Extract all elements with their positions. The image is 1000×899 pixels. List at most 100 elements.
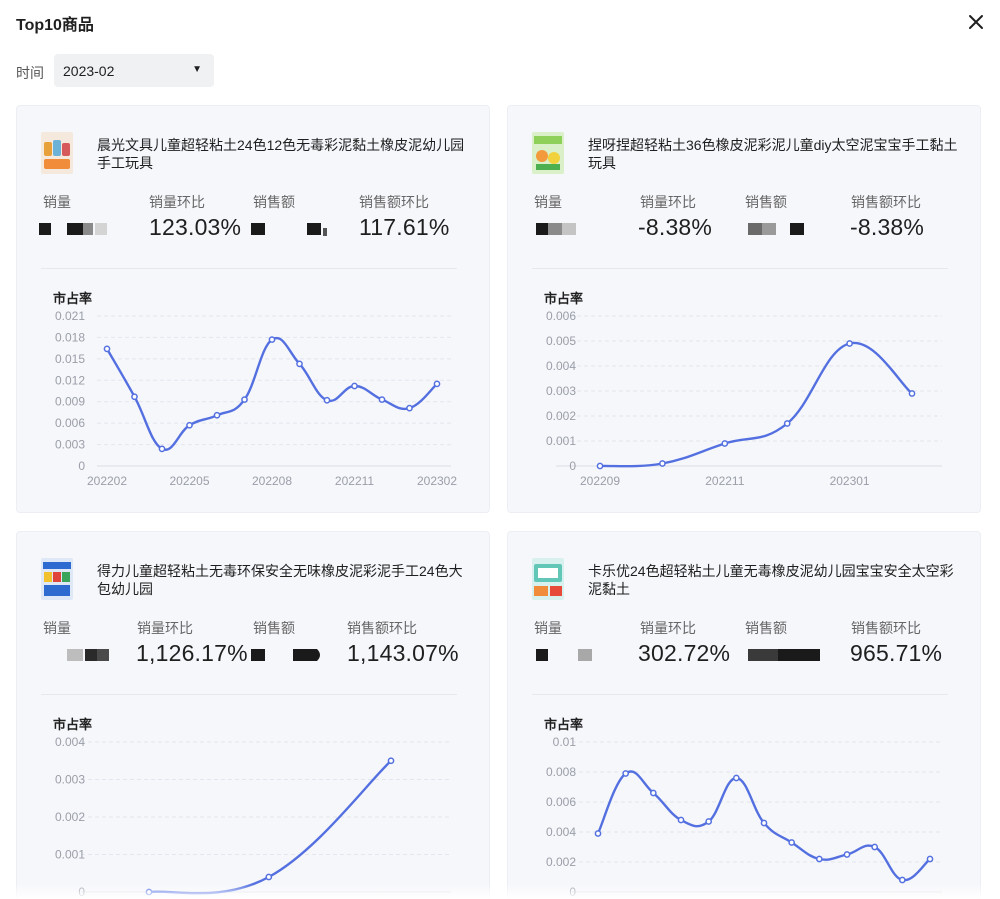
data-point[interactable] (760, 819, 768, 827)
redacted-value (251, 649, 320, 661)
product-thumbnail (41, 132, 73, 174)
market-share-chart: 0 0.003 0.006 0.009 0.012 0.015 0.018 0.021 2022… (55, 309, 457, 488)
revenue-mom-value: 117.61% (359, 214, 450, 240)
product-thumbnail (41, 558, 73, 600)
sales-mom-value: -8.38% (638, 214, 713, 240)
x-tick-label: 202209 (580, 474, 620, 488)
metric-label-revenue-mom: 销售额环比 (347, 620, 417, 636)
metric-label-revenue: 销售额 (253, 194, 295, 210)
metric-label-revenue-mom: 销售额环比 (359, 194, 429, 210)
y-tick-label: 0.003 (55, 438, 85, 452)
y-tick-label: 0.008 (546, 765, 576, 779)
data-point[interactable] (387, 757, 395, 765)
data-point[interactable] (296, 360, 303, 368)
data-point[interactable] (406, 404, 413, 412)
caret-down-icon: ▼ (192, 64, 202, 75)
y-tick-label: 0.002 (546, 855, 576, 869)
product-name: 卡乐优24色超轻粘土儿童无毒橡皮泥幼儿园宝宝安全太空彩泥黏土 (588, 563, 954, 597)
x-tick-label: 202301 (830, 474, 870, 488)
bottom-fade (0, 884, 1000, 899)
data-point[interactable] (268, 336, 276, 343)
close-icon[interactable] (964, 10, 988, 34)
y-tick-label: 0.015 (55, 352, 85, 366)
product-card: 捏呀捏超轻粘土36色橡皮泥彩泥儿童diy太空泥宝宝手工黏土玩具 销量 销量环比 … (507, 105, 981, 513)
data-point[interactable] (788, 839, 796, 846)
x-tick-label: 202211 (335, 474, 374, 488)
x-tick-label: 202302 (417, 474, 457, 488)
product-name: 得力儿童超轻粘土无毒环保安全无味橡皮泥彩泥手工24色大包幼儿园 (97, 563, 463, 597)
revenue-mom-value: -8.38% (850, 214, 925, 240)
y-tick-label: 0.021 (55, 309, 85, 323)
market-share-chart: 00.0010.0020.0030.004 (55, 735, 451, 899)
data-point[interactable] (433, 380, 441, 388)
x-tick-label: 202208 (252, 474, 292, 488)
data-point[interactable] (871, 843, 879, 851)
data-point[interactable] (378, 396, 386, 403)
dialog-title: Top10商品 (16, 17, 94, 34)
market-share-chart: 00.0020.0040.0060.0080.01 (546, 735, 942, 899)
divider (532, 268, 948, 269)
product-thumbnail (532, 558, 564, 600)
metric-label-sales-mom: 销量环比 (640, 620, 696, 636)
data-point[interactable] (843, 851, 851, 858)
x-tick-label: 202211 (705, 474, 744, 488)
y-tick-label: 0.01 (553, 735, 577, 749)
data-point[interactable] (213, 411, 221, 419)
data-point[interactable] (596, 462, 604, 470)
revenue-mom-value: 1,143.07% (347, 640, 459, 666)
y-tick-label: 0.018 (55, 330, 85, 344)
revenue-mom-value: 965.71% (850, 640, 943, 666)
sales-mom-value: 123.03% (149, 214, 242, 240)
time-filter-label: 时间 (16, 65, 44, 81)
redacted-value (536, 223, 576, 235)
data-point[interactable] (649, 789, 657, 797)
time-select[interactable]: 2023-02 ▼ (54, 54, 214, 87)
data-point[interactable] (732, 774, 740, 782)
y-tick-label: 0.006 (546, 795, 576, 809)
x-tick-label: 202205 (169, 474, 209, 488)
data-point[interactable] (846, 340, 853, 347)
data-point[interactable] (158, 445, 166, 453)
data-point[interactable] (721, 440, 729, 447)
metric-label-sales: 销量 (534, 194, 562, 210)
data-point[interactable] (323, 396, 331, 404)
y-tick-label: 0 (78, 459, 85, 473)
y-tick-label: 0.005 (546, 334, 576, 348)
data-point[interactable] (103, 345, 111, 353)
y-tick-label: 0.003 (55, 773, 85, 787)
data-point[interactable] (241, 396, 248, 403)
y-tick-label: 0.001 (55, 848, 85, 862)
data-point[interactable] (622, 770, 630, 777)
metric-label-revenue-mom: 销售额环比 (851, 620, 921, 636)
y-tick-label: 0.006 (55, 416, 85, 430)
data-point[interactable] (659, 460, 666, 467)
data-point[interactable] (815, 855, 823, 863)
y-tick-label: 0.003 (546, 384, 576, 398)
redacted-value (748, 649, 820, 661)
time-filter: 时间 2023-02 ▼ (16, 54, 316, 88)
data-point[interactable] (926, 855, 934, 863)
data-point[interactable] (783, 420, 791, 427)
data-point[interactable] (351, 382, 358, 390)
metric-label-revenue: 销售额 (253, 620, 295, 636)
data-point[interactable] (265, 873, 273, 881)
data-point[interactable] (705, 818, 713, 825)
data-point[interactable] (131, 393, 138, 401)
data-point[interactable] (908, 390, 916, 397)
data-point[interactable] (594, 830, 602, 837)
y-tick-label: 0.001 (546, 434, 576, 448)
y-tick-label: 0.004 (55, 735, 85, 749)
y-tick-label: 0.002 (546, 409, 576, 423)
y-tick-label: 0.004 (546, 359, 576, 373)
divider (41, 268, 457, 269)
data-point[interactable] (677, 816, 685, 824)
metric-label-sales-mom: 销量环比 (149, 194, 205, 210)
redacted-value (39, 223, 107, 235)
divider (41, 694, 457, 695)
product-card: 卡乐优24色超轻粘土儿童无毒橡皮泥幼儿园宝宝安全太空彩泥黏土 销量 销量环比 销… (507, 531, 981, 899)
data-point[interactable] (186, 421, 193, 429)
data-point[interactable] (898, 876, 906, 884)
metric-label-sales-mom: 销量环比 (640, 194, 696, 210)
sales-mom-value: 1,126.17% (136, 640, 248, 666)
time-select-value: 2023-02 (63, 63, 115, 79)
